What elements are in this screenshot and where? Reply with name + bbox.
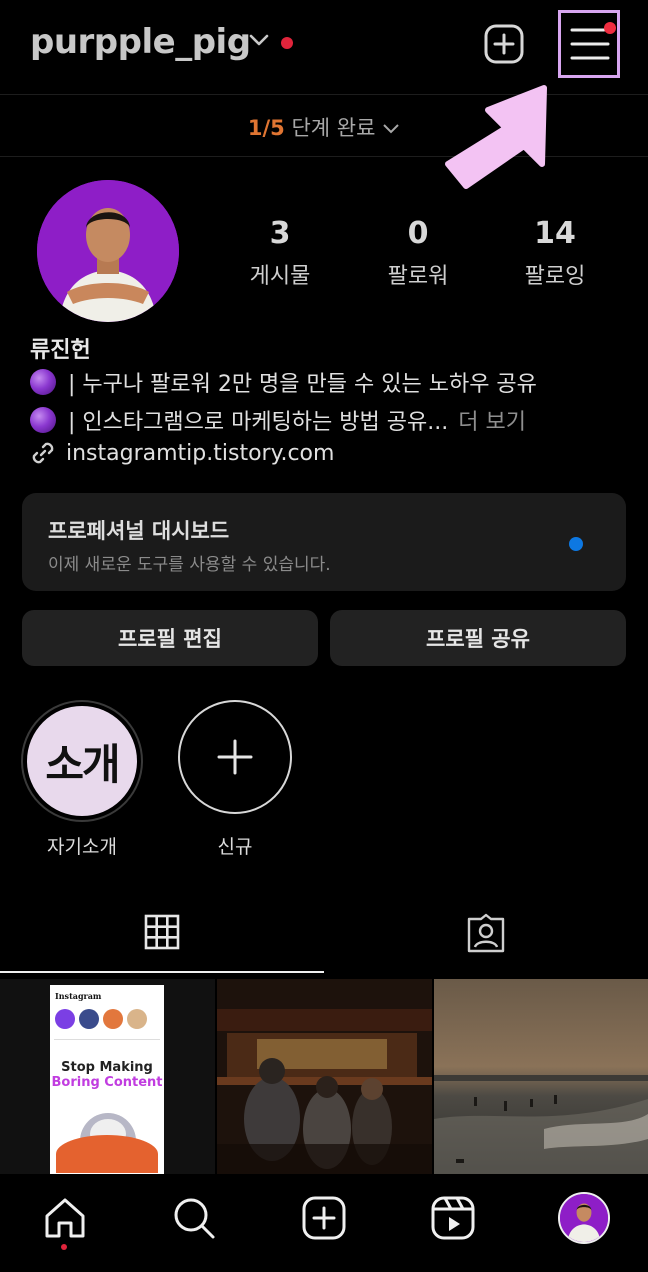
plus-square-icon[interactable]: [484, 24, 524, 64]
purple-circle-emoji-icon: [30, 369, 56, 395]
followers-label[interactable]: 팔로워: [348, 258, 488, 290]
dashboard-new-dot: [569, 537, 583, 551]
following-label[interactable]: 팔로잉: [485, 258, 625, 290]
edit-profile-button[interactable]: 프로필 편집: [22, 610, 318, 666]
home-icon[interactable]: [43, 1196, 87, 1240]
create-icon[interactable]: [302, 1196, 346, 1240]
profile-nav-avatar[interactable]: [558, 1192, 610, 1244]
active-tab-indicator: [0, 971, 324, 973]
highlight-new-label[interactable]: 신규: [176, 832, 294, 859]
account-notification-dot: [281, 37, 293, 49]
post-app-title: Instagram: [55, 991, 102, 1001]
highlight-intro[interactable]: 소개: [27, 706, 137, 816]
link-icon: [32, 442, 54, 464]
bio-more-link[interactable]: 더 보기: [458, 404, 526, 436]
tagged-icon[interactable]: [466, 913, 506, 953]
profile-avatar[interactable]: [37, 180, 179, 322]
post-headline-1: Stop Making: [61, 1060, 153, 1075]
search-icon[interactable]: [172, 1196, 216, 1240]
purple-circle-emoji-icon: [30, 407, 56, 433]
steps-progress: 1/5: [247, 116, 285, 140]
grid-icon[interactable]: [144, 914, 180, 950]
posts-count[interactable]: 3: [210, 216, 350, 251]
chevron-down-icon: [383, 124, 399, 134]
highlight-intro-label[interactable]: 자기소개: [22, 832, 142, 859]
bio-text: | 인스타그램으로 마케팅하는 방법 공유...: [68, 410, 449, 435]
followers-count[interactable]: 0: [348, 216, 488, 251]
post-thumbnail[interactable]: Instagram Stop Making Boring Content: [0, 979, 215, 1174]
dashboard-title: 프로페셔널 대시보드: [48, 519, 230, 543]
chevron-down-icon[interactable]: [248, 32, 270, 48]
bio-line-1: | 누구나 팔로워 2만 명을 만들 수 있는 노하우 공유: [30, 366, 537, 398]
post-thumbnail[interactable]: [217, 979, 432, 1174]
bio-text: | 누구나 팔로워 2만 명을 만들 수 있는 노하우 공유: [68, 372, 537, 397]
home-notification-dot: [61, 1244, 67, 1250]
highlight-new[interactable]: [178, 700, 292, 814]
pointer-arrow-annotation: [445, 85, 547, 189]
share-profile-button[interactable]: 프로필 공유: [330, 610, 626, 666]
username[interactable]: purpple_pig: [30, 22, 251, 62]
plus-icon: [217, 739, 253, 775]
post-thumbnail[interactable]: [434, 979, 648, 1174]
menu-icon: [570, 28, 610, 60]
posts-label[interactable]: 게시물: [210, 258, 350, 290]
steps-label: 단계 완료: [291, 116, 376, 140]
menu-notification-dot: [604, 22, 616, 34]
dashboard-subtitle: 이제 새로운 도구를 사용할 수 있습니다.: [48, 555, 331, 575]
link-url[interactable]: instagramtip.tistory.com: [66, 441, 334, 466]
bio-line-2: | 인스타그램으로 마케팅하는 방법 공유... 더 보기: [30, 404, 526, 436]
following-count[interactable]: 14: [485, 216, 625, 251]
reels-icon[interactable]: [431, 1196, 475, 1240]
profile-link[interactable]: instagramtip.tistory.com: [30, 440, 334, 466]
profile-name: 류진헌: [30, 338, 91, 363]
post-headline-2: Boring Content: [51, 1075, 163, 1090]
